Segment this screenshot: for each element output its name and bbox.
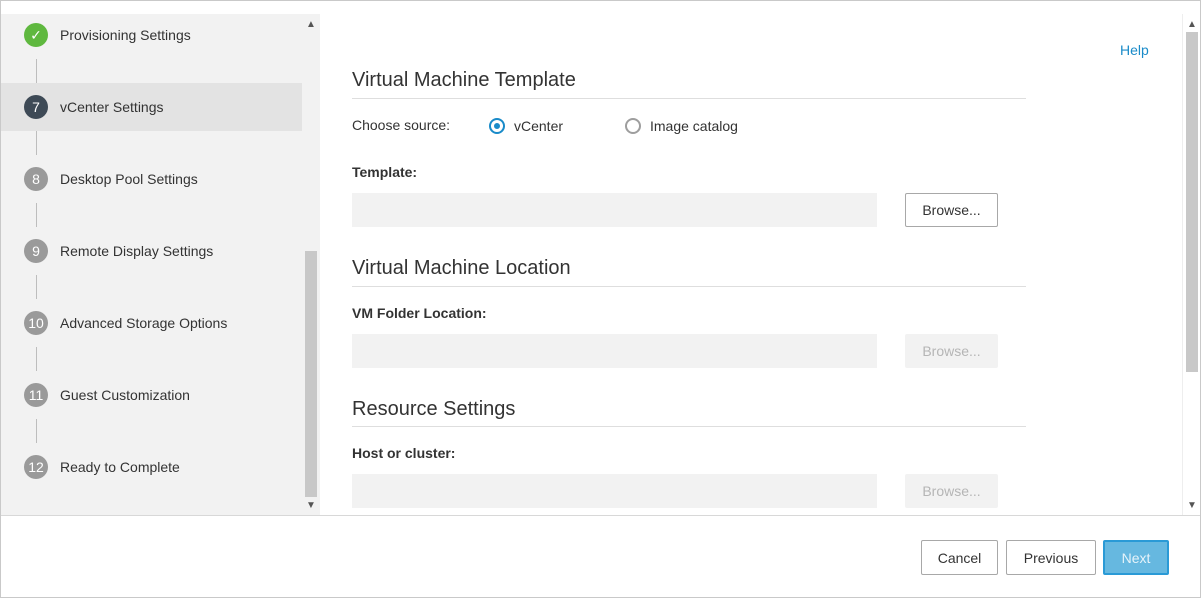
template-browse-button[interactable]: Browse... — [905, 193, 998, 227]
radio-unchecked-icon[interactable] — [625, 118, 641, 134]
radio-checked-icon[interactable] — [489, 118, 505, 134]
divider — [352, 286, 1026, 287]
step-provisioning-settings[interactable]: ✓ Provisioning Settings — [1, 14, 302, 59]
scroll-up-icon[interactable]: ▲ — [1183, 16, 1201, 32]
step-label: vCenter Settings — [60, 99, 164, 115]
previous-button[interactable]: Previous — [1006, 540, 1096, 575]
host-cluster-input[interactable] — [352, 474, 877, 508]
divider — [352, 426, 1026, 427]
next-button[interactable]: Next — [1103, 540, 1169, 575]
host-cluster-browse-button[interactable]: Browse... — [905, 474, 998, 508]
host-cluster-label: Host or cluster: — [352, 445, 456, 461]
radio-image-catalog[interactable]: Image catalog — [625, 118, 738, 134]
vm-folder-input[interactable] — [352, 334, 877, 368]
vm-template-title: Virtual Machine Template — [352, 69, 576, 91]
scroll-down-icon[interactable]: ▼ — [1183, 497, 1201, 513]
main-content: Help Virtual Machine Template Choose sou… — [320, 14, 1182, 515]
step-label: Ready to Complete — [60, 459, 180, 475]
step-number: 10 — [24, 311, 48, 335]
checkmark-icon: ✓ — [24, 23, 48, 47]
scroll-up-icon[interactable]: ▲ — [302, 16, 320, 32]
step-desktop-pool-settings[interactable]: 8 Desktop Pool Settings — [1, 155, 302, 203]
step-guest-customization[interactable]: 11 Guest Customization — [1, 371, 302, 419]
step-ready-to-complete[interactable]: 12 Ready to Complete — [1, 443, 302, 491]
step-label: Advanced Storage Options — [60, 315, 228, 331]
choose-source-label: Choose source: — [352, 117, 451, 133]
wizard-step-list: ✓ Provisioning Settings 7 vCenter Settin… — [1, 14, 302, 515]
sidebar-scrollbar[interactable]: ▲ ▼ — [302, 14, 320, 515]
vm-folder-browse-button[interactable]: Browse... — [905, 334, 998, 368]
step-connector — [36, 419, 37, 443]
scrollbar-thumb[interactable] — [305, 251, 317, 497]
step-connector — [36, 203, 37, 227]
step-label: Desktop Pool Settings — [60, 171, 198, 187]
step-number: 7 — [24, 95, 48, 119]
template-label: Template: — [352, 164, 418, 180]
resource-settings-title: Resource Settings — [352, 398, 516, 420]
step-number: 11 — [24, 383, 48, 407]
cancel-button[interactable]: Cancel — [921, 540, 998, 575]
vm-folder-label: VM Folder Location: — [352, 305, 487, 321]
vm-location-title: Virtual Machine Location — [352, 257, 571, 279]
step-label: Remote Display Settings — [60, 243, 214, 259]
footer-divider — [1, 515, 1200, 516]
template-input[interactable] — [352, 193, 877, 227]
help-link[interactable]: Help — [1120, 42, 1149, 58]
step-connector — [36, 131, 37, 155]
step-number: 8 — [24, 167, 48, 191]
step-number: 9 — [24, 239, 48, 263]
step-vcenter-settings[interactable]: 7 vCenter Settings — [1, 83, 302, 131]
radio-label: Image catalog — [650, 118, 738, 134]
scroll-down-icon[interactable]: ▼ — [302, 497, 320, 513]
step-connector — [36, 275, 37, 299]
main-scrollbar[interactable]: ▲ ▼ — [1182, 14, 1200, 515]
radio-label: vCenter — [514, 118, 564, 134]
scrollbar-thumb[interactable] — [1186, 32, 1198, 372]
radio-vcenter[interactable]: vCenter — [489, 118, 563, 134]
step-number: 12 — [24, 455, 48, 479]
step-label: Provisioning Settings — [60, 27, 191, 43]
step-remote-display-settings[interactable]: 9 Remote Display Settings — [1, 227, 302, 275]
divider — [352, 98, 1026, 99]
step-advanced-storage-options[interactable]: 10 Advanced Storage Options — [1, 299, 302, 347]
step-connector — [36, 59, 37, 83]
step-label: Guest Customization — [60, 387, 190, 403]
step-connector — [36, 347, 37, 371]
